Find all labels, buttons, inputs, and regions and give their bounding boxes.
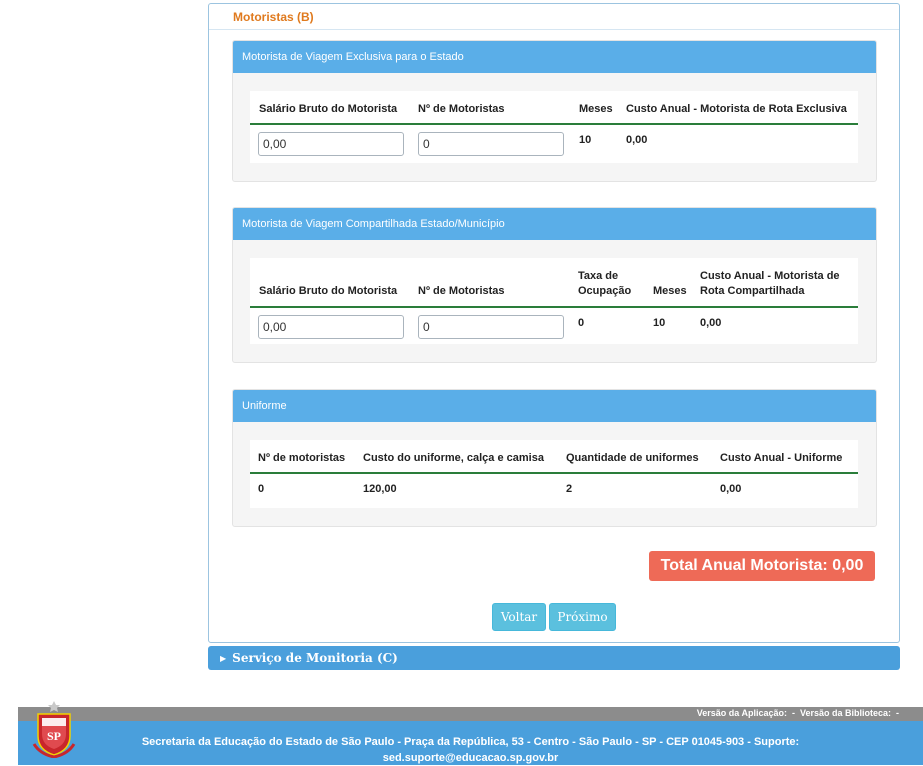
- exclusive-driver-card-title: Motorista de Viagem Exclusiva para o Est…: [233, 41, 876, 73]
- exclusive-driver-table: Salário Bruto do Motorista Nº de Motoris…: [250, 91, 858, 163]
- header-meses: Meses: [579, 103, 613, 115]
- quantidade-value: 2: [566, 483, 573, 495]
- footer-address-line1: Secretaria da Educação do Estado de São …: [141, 736, 800, 748]
- header-taxa-line2: Ocupação: [578, 285, 632, 297]
- salario-input[interactable]: [258, 132, 404, 156]
- header-num-motoristas: Nº de motoristas: [258, 452, 346, 464]
- back-button[interactable]: Voltar: [492, 603, 546, 631]
- custo-anual-value: 0,00: [626, 134, 648, 146]
- header-custo-uniforme: Custo do uniforme, calça e camisa: [363, 452, 544, 464]
- shared-driver-card-title: Motorista de Viagem Compartilhada Estado…: [233, 208, 876, 240]
- footer-address: Secretaria da Educação do Estado de São …: [18, 734, 923, 766]
- header-custo-anual: Custo Anual - Motorista de Rota Comparti…: [700, 269, 840, 299]
- taxa-ocupacao-value: 0: [578, 317, 585, 329]
- sp-state-seal-icon: SP: [32, 701, 76, 758]
- uniform-card: Uniforme Nº de motoristas Custo do unifo…: [232, 389, 877, 527]
- header-num-motoristas: Nº de Motoristas: [418, 103, 505, 115]
- footer: Secretaria da Educação do Estado de São …: [18, 721, 923, 765]
- caret-right-icon: ▶: [220, 653, 227, 663]
- num-motoristas-value: 0: [258, 483, 265, 495]
- header-custo-line1: Custo Anual - Motorista de: [700, 270, 840, 282]
- header-divider: [250, 472, 858, 474]
- header-meses: Meses: [653, 285, 687, 297]
- header-taxa-ocupacao: Taxa de Ocupação: [578, 269, 631, 299]
- custo-uniforme-value: 120,00: [363, 483, 397, 495]
- shared-driver-card: Motorista de Viagem Compartilhada Estado…: [232, 207, 877, 363]
- header-custo-anual: Custo Anual - Motorista de Rota Exclusiv…: [626, 103, 847, 115]
- header-divider: [250, 123, 858, 125]
- motoristas-panel: Motoristas (B) Motorista de Viagem Exclu…: [208, 3, 900, 643]
- uniform-table: Nº de motoristas Custo do uniforme, calç…: [250, 440, 858, 508]
- header-quantidade: Quantidade de uniformes: [566, 452, 699, 464]
- custo-anual-value: 0,00: [700, 317, 722, 329]
- num-motoristas-input[interactable]: [418, 315, 564, 339]
- meses-value: 10: [579, 134, 592, 146]
- header-divider: [250, 306, 858, 308]
- monitoria-section-header[interactable]: ▶ Serviço de Monitoria (C): [208, 646, 900, 670]
- meses-value: 10: [653, 317, 666, 329]
- header-salario: Salário Bruto do Motorista: [259, 285, 398, 297]
- header-num-motoristas: Nº de Motoristas: [418, 285, 505, 297]
- total-anual-badge: Total Anual Motorista: 0,00: [649, 551, 875, 581]
- next-button[interactable]: Próximo: [549, 603, 616, 631]
- version-text: Versão da Aplicação: - Versão da Bibliot…: [696, 708, 899, 718]
- footer-version-bar: Versão da Aplicação: - Versão da Bibliot…: [18, 707, 923, 721]
- uniform-card-title: Uniforme: [233, 390, 876, 422]
- header-salario: Salário Bruto do Motorista: [259, 103, 398, 115]
- header-custo-line2: Rota Compartilhada: [700, 285, 805, 297]
- num-motoristas-input[interactable]: [418, 132, 564, 156]
- salario-input[interactable]: [258, 315, 404, 339]
- svg-text:SP: SP: [47, 729, 61, 743]
- header-custo-anual: Custo Anual - Uniforme: [720, 452, 843, 464]
- footer-support-email[interactable]: sed.suporte@educacao.sp.gov.br: [18, 750, 923, 766]
- exclusive-driver-card: Motorista de Viagem Exclusiva para o Est…: [232, 40, 877, 182]
- motoristas-panel-title[interactable]: Motoristas (B): [209, 4, 899, 30]
- monitoria-section-title: Serviço de Monitoria (C): [232, 651, 398, 665]
- custo-anual-value: 0,00: [720, 483, 742, 495]
- header-taxa-line1: Taxa de: [578, 270, 619, 282]
- shared-driver-table: Salário Bruto do Motorista Nº de Motoris…: [250, 258, 858, 344]
